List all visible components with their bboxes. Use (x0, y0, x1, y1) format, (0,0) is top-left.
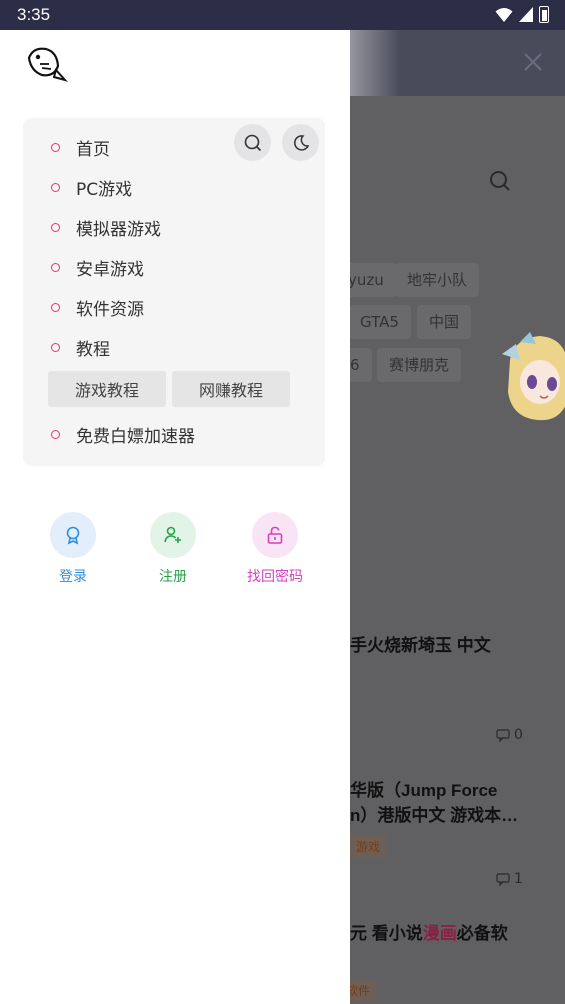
fish-logo-icon[interactable] (24, 42, 68, 84)
login-label: 登录 (59, 569, 87, 585)
mascot-image (502, 332, 565, 421)
search-button[interactable] (234, 124, 271, 161)
dark-mode-button[interactable] (282, 124, 319, 161)
menu-item-label: 模拟器游戏 (76, 219, 161, 240)
bullet-icon (51, 429, 60, 439)
bullet-icon (51, 182, 60, 192)
tag[interactable]: GTA5 (348, 305, 411, 339)
menu-item-emulator-games[interactable]: 模拟器游戏 (51, 215, 161, 240)
status-bar: 3:35 (0, 0, 565, 30)
menu-item-label: PC游戏 (76, 179, 133, 200)
menu-item-software[interactable]: 软件资源 (51, 295, 144, 320)
search-icon (244, 134, 261, 151)
moon-icon (293, 134, 309, 151)
login-icon-circle (50, 512, 96, 558)
register-icon-circle (150, 512, 196, 558)
post-title[interactable]: 元 看小说漫画必备软 (350, 919, 508, 944)
tag[interactable]: 中国 (417, 305, 472, 339)
comment-icon (496, 728, 510, 742)
menu-item-label: 首页 (76, 139, 110, 160)
tag[interactable]: 地牢小队 (395, 263, 480, 297)
category-badge: 游戏 (350, 836, 387, 857)
comment-count-text: 0 (514, 727, 523, 743)
sub-item-game-tutorials[interactable]: 游戏教程 (48, 371, 166, 407)
register-button[interactable]: 注册 (138, 512, 208, 586)
unlock-icon (267, 526, 283, 544)
post-title[interactable]: 手火烧新埼玉 中文 (350, 631, 491, 656)
login-button[interactable]: 登录 (38, 512, 108, 586)
add-user-icon (164, 526, 181, 543)
comment-count: 1 (496, 871, 523, 887)
login-icon (66, 526, 80, 545)
post-title[interactable]: 华版（Jump Force (350, 776, 497, 801)
post-title-prefix: 元 看小说 (350, 924, 423, 943)
status-icons (495, 6, 549, 23)
menu-item-label: 免费白嫖加速器 (76, 426, 195, 447)
register-label: 注册 (159, 569, 187, 585)
bullet-icon (51, 302, 60, 312)
bullet-icon (51, 142, 60, 152)
menu-item-pc-games[interactable]: PC游戏 (51, 175, 133, 200)
bullet-icon (51, 222, 60, 232)
bullet-icon (51, 342, 60, 352)
wifi-icon (495, 7, 513, 22)
comment-count: 0 (496, 727, 523, 743)
reset-password-button[interactable]: 找回密码 (240, 512, 310, 586)
post-title[interactable]: n）港版中文 游戏本… (350, 801, 518, 826)
bullet-icon (51, 262, 60, 272)
menu-item-android-games[interactable]: 安卓游戏 (51, 255, 144, 280)
tag[interactable]: 赛博朋克 (377, 348, 462, 382)
menu-card: 首页 PC游戏 模拟器游戏 安卓游戏 软件资源 教程 游戏教程 网赚教程 免费白… (23, 118, 325, 466)
menu-item-label: 软件资源 (76, 299, 144, 320)
menu-item-home[interactable]: 首页 (51, 135, 110, 160)
menu-item-label: 教程 (76, 339, 110, 360)
post-title-suffix: 必备软 (456, 924, 508, 943)
menu-item-label: 安卓游戏 (76, 259, 144, 280)
sub-item-money-tutorials[interactable]: 网赚教程 (172, 371, 290, 407)
status-time: 3:35 (17, 5, 51, 24)
post-title-highlight: 漫画 (422, 924, 457, 943)
comment-icon (496, 872, 510, 886)
signal-icon (519, 7, 533, 22)
reset-password-label: 找回密码 (247, 569, 303, 585)
reset-password-icon-circle (252, 512, 298, 558)
search-icon[interactable] (488, 169, 512, 193)
battery-icon (539, 6, 549, 23)
comment-count-text: 1 (514, 871, 523, 887)
close-icon[interactable] (521, 50, 545, 74)
menu-item-accelerator[interactable]: 免费白嫖加速器 (51, 422, 195, 447)
menu-item-tutorials[interactable]: 教程 (51, 335, 110, 360)
